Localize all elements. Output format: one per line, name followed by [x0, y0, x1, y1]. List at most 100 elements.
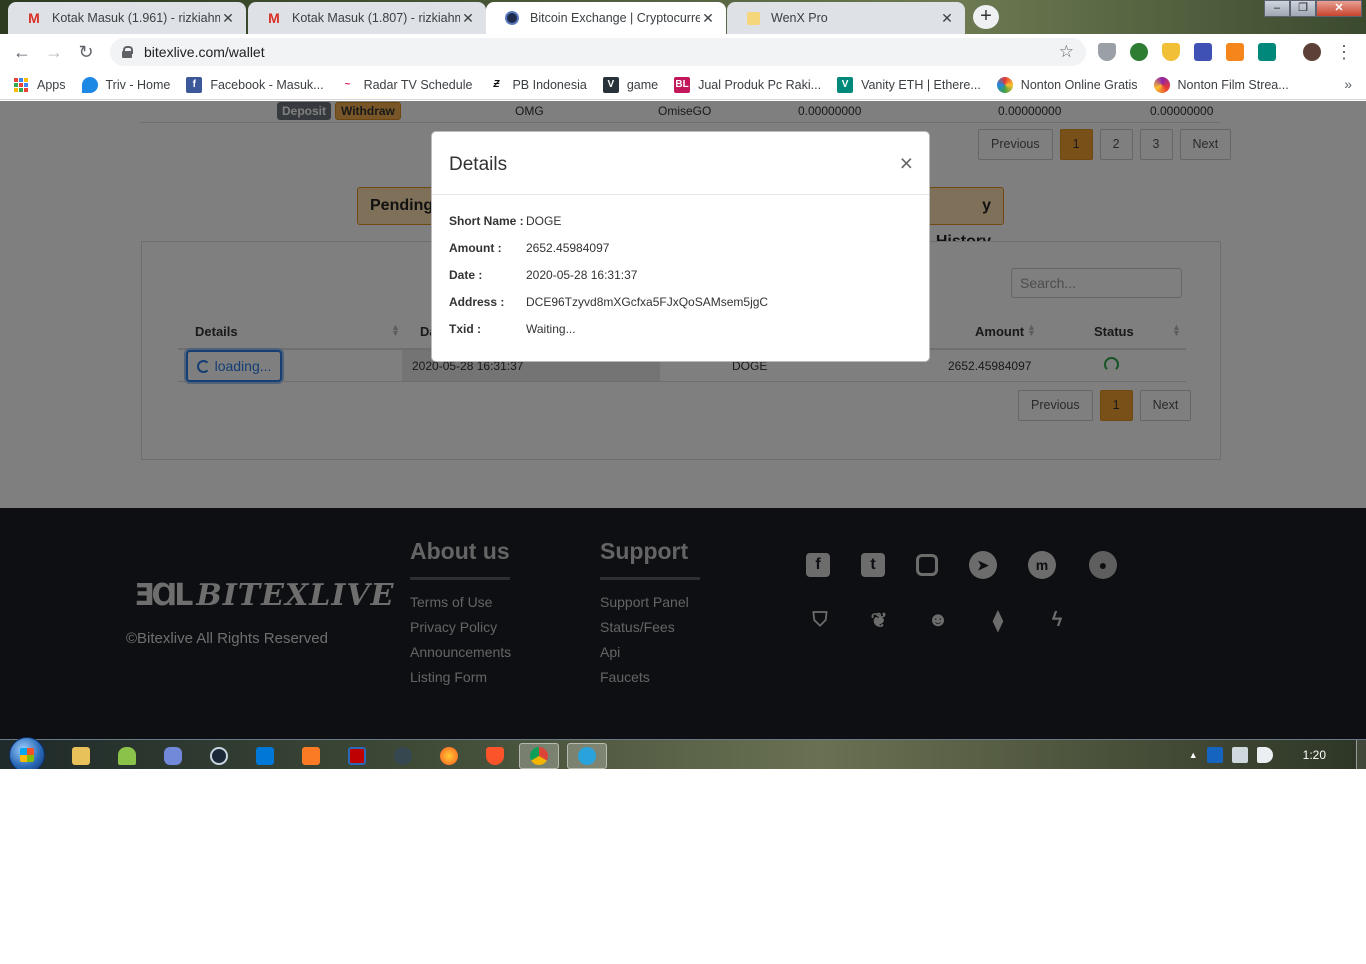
- close-tab-icon[interactable]: ✕: [460, 10, 476, 27]
- vscode-icon[interactable]: [245, 743, 285, 769]
- bookmark-facebook[interactable]: f Facebook - Masuk...: [186, 76, 324, 93]
- detail-amount: Amount : 2652.45984097: [449, 241, 609, 255]
- close-tab-icon[interactable]: ✕: [220, 10, 236, 27]
- reload-icon[interactable]: ↻: [74, 41, 98, 63]
- bookmark-triv[interactable]: Triv - Home: [81, 76, 171, 93]
- brave-icon[interactable]: [475, 743, 515, 769]
- close-tab-icon[interactable]: ✕: [939, 10, 955, 27]
- telegram-icon[interactable]: [567, 743, 607, 769]
- vpn-icon[interactable]: [383, 743, 423, 769]
- bl-icon: BL: [674, 76, 691, 93]
- detail-date: Date : 2020-05-28 16:31:37: [449, 268, 637, 282]
- tab-gmail-2[interactable]: M Kotak Masuk (1.807) - rizkiahmad ✕: [248, 2, 486, 34]
- wenx-icon: [745, 10, 761, 26]
- film-icon: [1153, 76, 1170, 93]
- field-value: Waiting...: [526, 322, 576, 336]
- android-icon[interactable]: [107, 743, 147, 769]
- filezilla-icon[interactable]: [337, 743, 377, 769]
- bookmark-label: Nonton Film Strea...: [1177, 77, 1289, 92]
- bookmark-game[interactable]: V game: [602, 76, 659, 93]
- radar-icon: ~: [339, 76, 356, 93]
- browser-toolbar: ← → ↻ bitexlive.com/wallet ☆ ⋮: [0, 34, 1366, 70]
- bookmark-label: Nonton Online Gratis: [1020, 77, 1138, 92]
- nonton-icon: [996, 76, 1013, 93]
- bookmark-label: Radar TV Schedule: [363, 77, 473, 92]
- browser-tab-strip: M Kotak Masuk (1.961) - rizkiahmad ✕ M K…: [0, 0, 1366, 34]
- details-modal: Details × Short Name : DOGE Amount : 2652.…: [431, 131, 930, 362]
- steam-icon[interactable]: [199, 743, 239, 769]
- malwarebytes-icon[interactable]: [1206, 747, 1223, 763]
- globe-extension-icon[interactable]: [1130, 43, 1148, 61]
- bookmark-label: Vanity ETH | Ethere...: [861, 77, 981, 92]
- bookmark-vanity[interactable]: V Vanity ETH | Ethere...: [837, 76, 981, 93]
- close-icon[interactable]: ×: [900, 150, 913, 177]
- start-button[interactable]: [9, 737, 45, 769]
- tab-gmail-1[interactable]: M Kotak Masuk (1.961) - rizkiahmad ✕: [8, 2, 246, 34]
- gmail-icon: M: [28, 10, 40, 26]
- bookmark-label: Jual Produk Pc Raki...: [698, 77, 822, 92]
- detail-short-name: Short Name : DOGE: [449, 214, 561, 228]
- field-value: 2020-05-28 16:31:37: [526, 268, 638, 282]
- game-icon: V: [602, 76, 619, 93]
- page-content: Deposit Withdraw OMG OmiseGO 0.00000000 …: [0, 101, 1366, 739]
- tab-title: Kotak Masuk (1.961) - rizkiahmad: [52, 11, 220, 25]
- show-hidden-icons-icon[interactable]: ▲: [1189, 750, 1198, 760]
- show-desktop-button[interactable]: [1356, 740, 1366, 769]
- clock[interactable]: 1:20: [1303, 748, 1326, 762]
- metamask-icon[interactable]: [1226, 43, 1244, 61]
- maximize-button[interactable]: ❐: [1290, 0, 1316, 17]
- network-icon[interactable]: [1231, 747, 1248, 763]
- badge-extension-icon[interactable]: [1162, 43, 1180, 61]
- firefox-icon[interactable]: [429, 743, 469, 769]
- facebook-icon: f: [186, 76, 203, 93]
- screen: M Kotak Masuk (1.961) - rizkiahmad ✕ M K…: [0, 0, 1366, 769]
- bookmark-label: game: [626, 77, 659, 92]
- more-bookmarks-icon[interactable]: »: [1344, 76, 1352, 92]
- bookmark-film[interactable]: Nonton Film Strea...: [1153, 76, 1289, 93]
- bookmark-label: Triv - Home: [105, 77, 171, 92]
- bookmark-radar[interactable]: ~ Radar TV Schedule: [339, 76, 473, 93]
- reader-extension-icon[interactable]: [1258, 43, 1276, 61]
- bookmark-label: Apps: [37, 77, 66, 92]
- menu-kebab-icon[interactable]: ⋮: [1332, 41, 1356, 63]
- bookmarks-bar: Apps Triv - Home f Facebook - Masuk... ~…: [0, 70, 1366, 100]
- detail-address: Address : DCE96Tzyvd8mXGcfxa5FJxQoSAMsem5…: [449, 295, 768, 309]
- triv-icon: [81, 76, 98, 93]
- field-key: Short Name :: [449, 214, 524, 228]
- field-value: 2652.45984097: [526, 241, 610, 255]
- explorer-icon[interactable]: [61, 743, 101, 769]
- bookmark-bl[interactable]: BL Jual Produk Pc Raki...: [674, 76, 822, 93]
- chrome-icon[interactable]: [519, 743, 559, 769]
- back-arrow-icon[interactable]: ←: [10, 41, 34, 63]
- profile-avatar[interactable]: [1303, 43, 1321, 61]
- shield-extension-icon[interactable]: [1098, 43, 1116, 61]
- volume-icon[interactable]: [1256, 747, 1273, 763]
- bookmark-pb[interactable]: Ƶ PB Indonesia: [488, 76, 587, 93]
- field-key: Amount :: [449, 241, 502, 255]
- forward-arrow-icon[interactable]: →: [42, 41, 66, 63]
- apps-grid-icon: [14, 77, 28, 92]
- modal-title: Details: [449, 154, 508, 175]
- bitexlive-icon: [504, 10, 520, 26]
- bookmark-apps[interactable]: Apps: [14, 77, 66, 92]
- modal-header: Details ×: [432, 132, 929, 195]
- bookmark-label: PB Indonesia: [512, 77, 587, 92]
- detail-txid: Txid : Waiting...: [449, 322, 576, 336]
- bookmark-nonton[interactable]: Nonton Online Gratis: [996, 76, 1138, 93]
- discord-icon[interactable]: [153, 743, 193, 769]
- tab-wenx[interactable]: WenX Pro ✕: [727, 2, 965, 34]
- address-bar[interactable]: bitexlive.com/wallet ☆: [110, 38, 1086, 66]
- windows-taskbar: ▲ 1:20: [0, 737, 1366, 769]
- url-text: bitexlive.com/wallet: [144, 44, 265, 60]
- close-tab-icon[interactable]: ✕: [700, 10, 716, 27]
- minimize-button[interactable]: –: [1264, 0, 1290, 17]
- close-window-button[interactable]: ✕: [1316, 0, 1362, 17]
- bookmark-star-icon[interactable]: ☆: [1059, 42, 1074, 62]
- tab-bitexlive[interactable]: Bitcoin Exchange | Cryptocurrency ✕: [486, 2, 726, 34]
- gmail-icon: M: [268, 10, 280, 26]
- vanity-icon: V: [837, 76, 854, 93]
- tool-extension-icon[interactable]: [1194, 43, 1212, 61]
- xampp-icon[interactable]: [291, 743, 331, 769]
- field-key: Address :: [449, 295, 505, 309]
- new-tab-button[interactable]: +: [973, 5, 999, 29]
